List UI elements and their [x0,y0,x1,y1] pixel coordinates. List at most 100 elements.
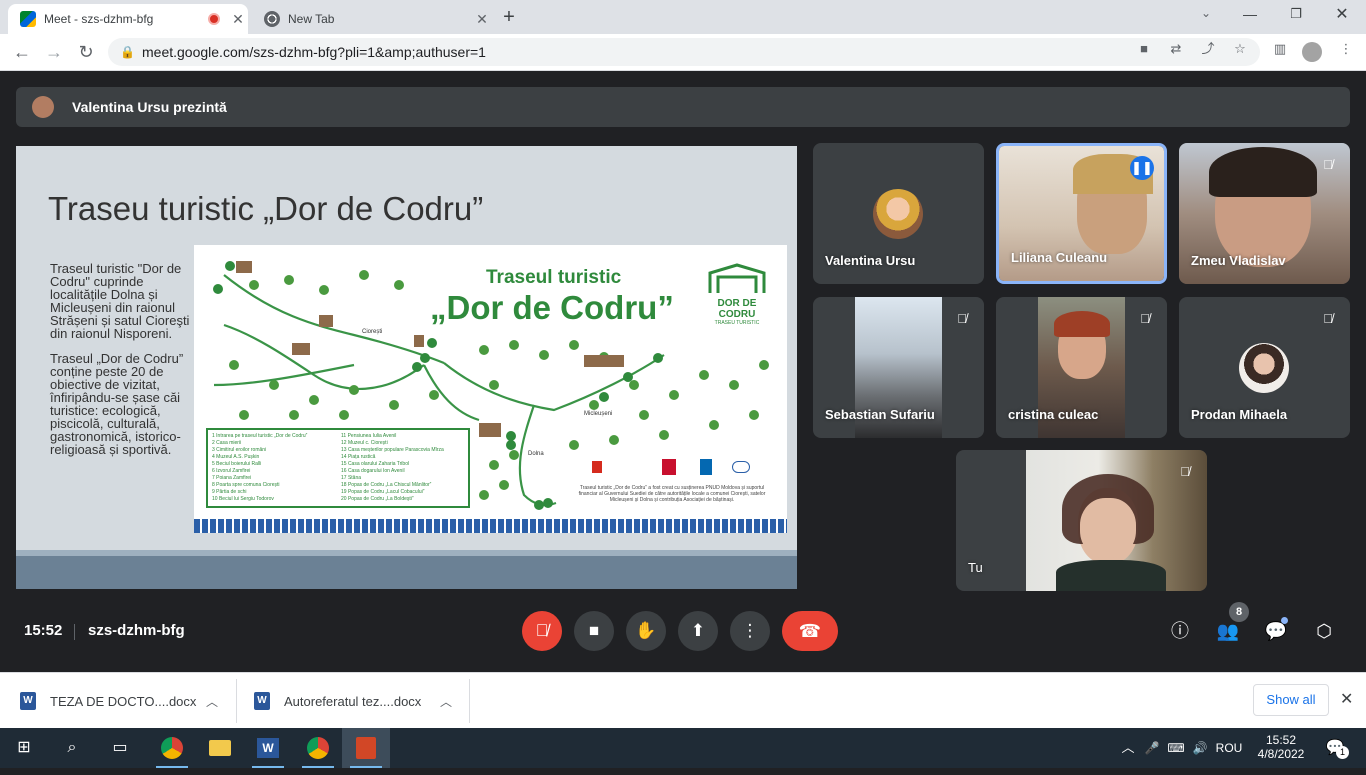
raise-hand-button[interactable]: ✋ [626,611,666,651]
activities-icon[interactable]: ⬡ [1310,617,1338,645]
search-icon[interactable]: ⌕ [48,728,96,768]
windows-taskbar: ⊞ ⌕ ▭ W ︿ 🎤 ⌨ 🔊 ROU 15:52 4/8/2022 💬 1 [0,728,1366,768]
present-screen-button[interactable]: ⬆ [678,611,718,651]
tab-meet[interactable]: Meet - szs-dzhm-bfg ✕ [8,4,248,34]
participant-tile[interactable]: Valentina Ursu [813,143,984,284]
slide-paragraph: Traseul turistic "Dor de Codru" cuprinde… [50,261,190,341]
leave-call-button[interactable]: ☎ [782,611,838,651]
legend-item: 7 Poiana Zamfirei [212,475,252,481]
legend-item: 3 Cimitirul eroilor români [212,447,267,453]
new-tab-button[interactable]: + [498,6,520,28]
file-explorer-icon[interactable] [196,728,244,768]
download-item[interactable]: W TEZA DE DOCTO....docx ︿ [20,673,230,729]
flag-icon [592,461,602,473]
legend-item: 20 Popas de Codru „La Boldeşti” [341,496,414,502]
participant-name: Valentina Ursu [825,253,916,268]
browser-toolbar: ← → ↻ 🔒 meet.google.com/szs-dzhm-bfg?pli… [0,34,1366,71]
meet-area: Valentina Ursu prezintă Traseu turistic … [0,71,1366,672]
language-indicator[interactable]: ROU [1214,728,1244,768]
mic-off-icon: 🎙̸ [535,621,549,640]
mic-off-icon: 🎙̸ [1140,311,1150,326]
word-icon: W [20,692,36,710]
participant-tile[interactable]: 🎙̸ Zmeu Vladislav [1179,143,1350,284]
legend-item: 4 Muzeul A.S. Pușkin [212,454,260,460]
camera-icon[interactable]: ■ [1136,41,1152,57]
close-downloads-icon[interactable]: ✕ [1340,689,1356,709]
download-filename: Autoreferatul tez....docx [284,693,422,709]
video-camera-icon: ■ [588,621,600,640]
place-label: Dolna [528,451,544,457]
mic-toggle-button[interactable]: 🎙̸ [522,611,562,651]
word-icon: W [254,692,270,710]
participant-name: Tu [968,560,983,575]
profile-avatar[interactable] [1302,42,1322,62]
share-icon[interactable]: ⤴ [1200,41,1216,57]
address-bar[interactable]: 🔒 meet.google.com/szs-dzhm-bfg?pli=1&amp… [108,38,1260,66]
chevron-up-icon[interactable]: ︿ [1118,728,1138,768]
chevron-up-icon[interactable]: ︿ [440,693,452,710]
translate-icon[interactable]: ⇄ [1168,41,1184,57]
close-window-icon[interactable]: ✕ [1332,4,1352,24]
map-title-line1: Traseul turistic [486,267,622,288]
chrome-taskbar-icon[interactable] [148,728,196,768]
chrome-taskbar-icon[interactable] [294,728,342,768]
map-legend: 1 Intrarea pe traseul turistic „Dor de C… [206,428,470,508]
word-taskbar-icon[interactable]: W [244,728,292,768]
download-item[interactable]: W Autoreferatul tez....docx ︿ [254,673,464,729]
tab-new-tab[interactable]: New Tab ✕ [252,4,492,34]
close-tab-icon[interactable]: ✕ [228,11,248,28]
place-label: Ciorești [362,329,383,335]
bookmark-star-icon[interactable]: ☆ [1232,41,1248,57]
tourist-route-map: Ciorești Micleușeni Dolna Traseul turist… [194,245,787,533]
forward-icon[interactable]: → [42,40,66,64]
divider [74,624,75,640]
taskbar-clock[interactable]: 15:52 4/8/2022 [1250,728,1312,768]
legend-item: 5 Beciul boierului Ralli [212,461,262,467]
notifications-icon[interactable]: 💬 1 [1320,728,1350,768]
notification-count: 1 [1336,746,1349,759]
lock-icon: 🔒 [120,45,135,59]
divider [469,679,470,723]
microphone-icon[interactable]: 🎤 [1142,728,1162,768]
camera-toggle-button[interactable]: ■ [574,611,614,651]
place-label: Micleușeni [584,411,613,417]
legend-item: 15 Casa olarului Zaharia Tribol [341,461,410,467]
menu-dots-icon[interactable]: ⋮ [1338,41,1354,57]
tab-search-icon[interactable]: ⌄ [1196,6,1216,26]
map-title-line2: „Dor de Codru” [430,289,674,326]
legend-item: 11 Pensiunea Iulia Avenil [341,433,397,439]
avatar [1239,343,1289,393]
legend-item: 6 Izvorul Zamfirei [212,468,251,474]
url-text: meet.google.com/szs-dzhm-bfg?pli=1&amp;a… [142,44,486,60]
participant-tile[interactable]: 🎙̸ Prodan Mihaela [1179,297,1350,438]
participant-tile[interactable]: 🎙̸ cristina culeac [996,297,1167,438]
undp-logo-icon [700,459,712,475]
sponsor-logos [592,457,750,477]
reload-icon[interactable]: ↻ [74,40,98,64]
mic-off-icon: 🎙̸ [1323,311,1333,326]
divider [236,679,237,723]
powerpoint-taskbar-icon[interactable] [342,728,390,768]
legend-item: 1 Intrarea pe traseul turistic „Dor de C… [212,433,308,439]
close-tab-icon[interactable]: ✕ [472,11,492,28]
start-windows-icon[interactable]: ⊞ [0,728,48,768]
legend-item: 10 Beciul lui Sergiu Todorov [212,496,274,502]
minimize-icon[interactable]: — [1240,6,1260,26]
download-filename: TEZA DE DOCTO....docx [50,693,197,709]
task-view-icon[interactable]: ▭ [96,728,144,768]
back-icon[interactable]: ← [10,40,34,64]
slide-footer-band [16,556,797,589]
more-options-button[interactable]: ⋮ [730,611,770,651]
show-all-button[interactable]: Show all [1253,684,1329,716]
network-icon[interactable]: ⌨ [1166,728,1186,768]
self-view-tile[interactable]: 🎙̸ Tu [956,450,1207,591]
restore-icon[interactable]: ❐ [1286,6,1306,26]
avatar [873,189,923,239]
chevron-up-icon[interactable]: ︿ [206,693,218,710]
meeting-time: 15:52 [24,622,63,639]
meeting-details-icon[interactable]: ⓘ [1166,617,1194,645]
volume-icon[interactable]: 🔊 [1190,728,1210,768]
side-panel-icon[interactable]: ▥ [1272,41,1288,57]
participant-tile[interactable]: 🎙̸ Sebastian Sufariu [813,297,984,438]
participant-tile[interactable]: ❚❚ Liliana Culeanu [996,143,1167,284]
